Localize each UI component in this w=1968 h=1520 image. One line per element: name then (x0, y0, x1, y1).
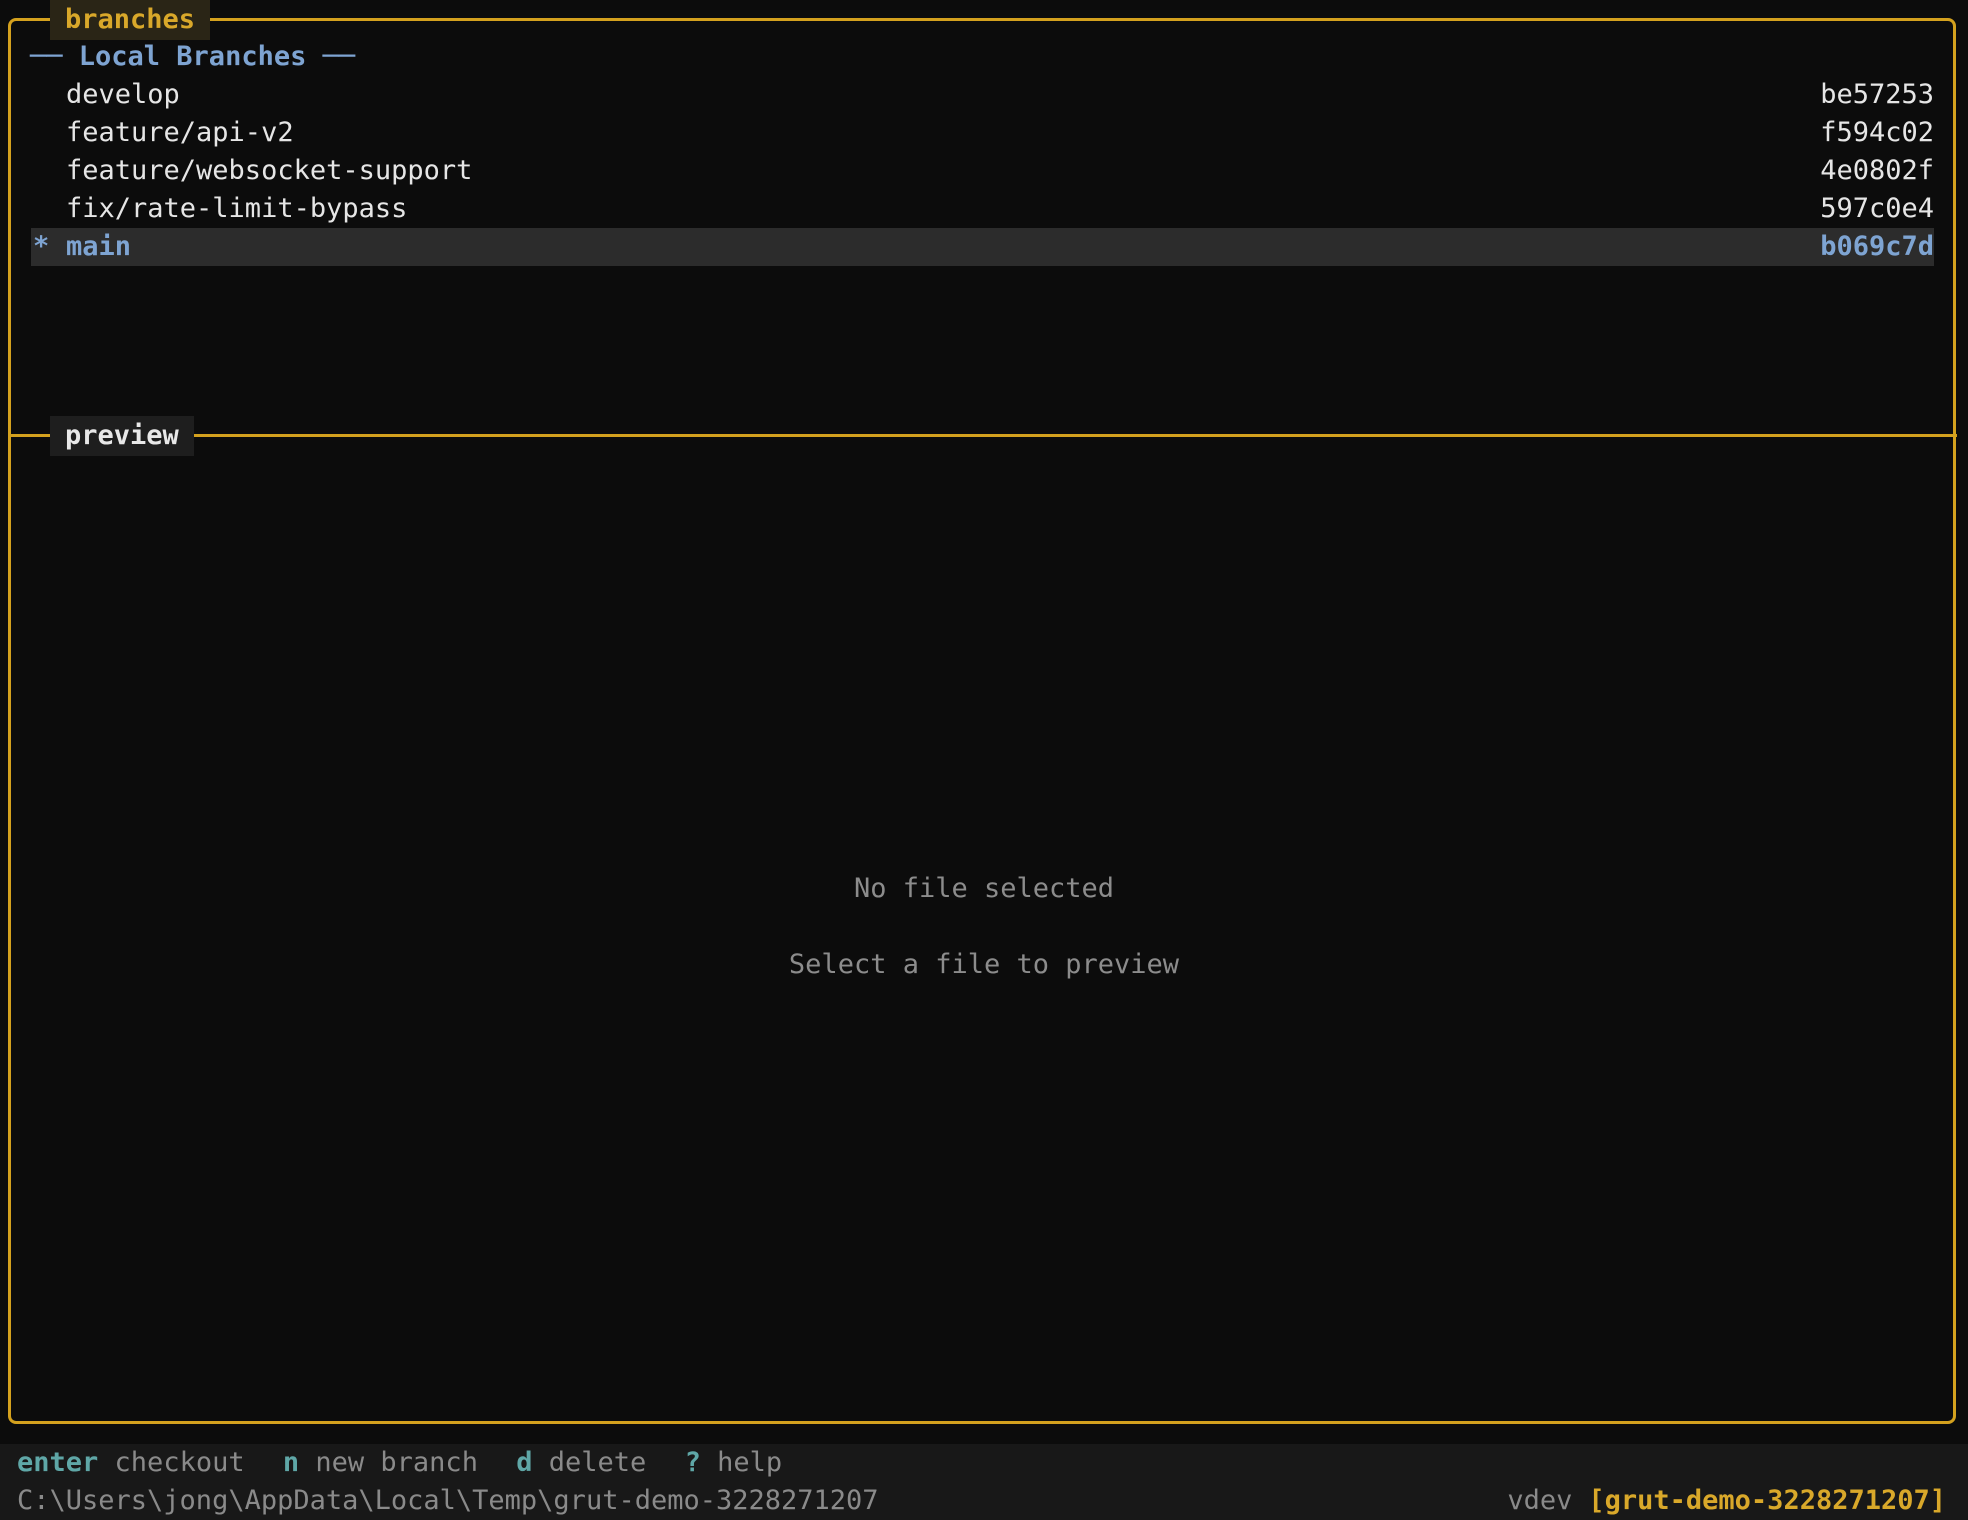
key-label: d (516, 1447, 533, 1478)
local-branches-header: ── Local Branches ── (30, 41, 356, 72)
current-branch-marker: * (33, 231, 50, 262)
panel-divider[interactable] (8, 434, 1957, 437)
branch-name: fix/rate-limit-bypass (66, 193, 408, 224)
branch-row-selected[interactable]: * main b069c7d (31, 228, 1934, 266)
branch-row[interactable]: fix/rate-limit-bypass 597c0e4 (31, 190, 1934, 228)
commit-hash: f594c02 (1820, 117, 1934, 148)
keybind-new-branch[interactable]: n new branch (283, 1447, 478, 1478)
keybind-help[interactable]: ? help (685, 1447, 783, 1478)
key-action: new branch (315, 1447, 478, 1478)
keybinding-bar: enter checkout n new branch d delete ? h… (0, 1444, 1968, 1482)
branch-name: feature/websocket-support (66, 155, 473, 186)
commit-hash: be57253 (1820, 79, 1934, 110)
branch-row[interactable]: develop be57253 (31, 76, 1934, 114)
key-label: n (282, 1447, 300, 1478)
commit-hash: 4e0802f (1820, 155, 1934, 186)
preview-panel-title: preview (50, 416, 194, 456)
version-label: vdev (1507, 1485, 1573, 1516)
preview-empty-hint: Select a file to preview (788, 949, 1180, 980)
branch-row[interactable]: feature/websocket-support 4e0802f (31, 152, 1934, 190)
keybind-delete[interactable]: d delete (516, 1447, 646, 1478)
branch-row[interactable]: feature/api-v2 f594c02 (31, 114, 1934, 152)
branch-name: feature/api-v2 (66, 117, 294, 148)
key-label: ? (684, 1447, 701, 1478)
branch-name: main (66, 231, 132, 262)
commit-hash: 597c0e4 (1820, 193, 1934, 224)
key-action: help (717, 1447, 783, 1478)
branch-list: develop be57253 feature/api-v2 f594c02 f… (31, 76, 1934, 266)
repo-path: C:\Users\jong\AppData\Local\Temp\grut-de… (17, 1485, 879, 1516)
keybind-checkout[interactable]: enter checkout (17, 1447, 245, 1478)
status-right: vdev [grut-demo-3228271207] (1507, 1482, 1946, 1520)
terminal-screen: branches ── Local Branches ── develop be… (0, 0, 1968, 1520)
key-action: checkout (114, 1447, 245, 1478)
preview-empty-title: No file selected (853, 873, 1115, 904)
key-action: delete (548, 1447, 647, 1478)
repo-name: [grut-demo-3228271207] (1588, 1485, 1946, 1516)
commit-hash: b069c7d (1820, 231, 1934, 262)
branches-panel-title: branches (50, 0, 211, 40)
branch-name: develop (66, 79, 180, 110)
key-label: enter (17, 1447, 99, 1478)
status-bar: C:\Users\jong\AppData\Local\Temp\grut-de… (0, 1482, 1968, 1520)
